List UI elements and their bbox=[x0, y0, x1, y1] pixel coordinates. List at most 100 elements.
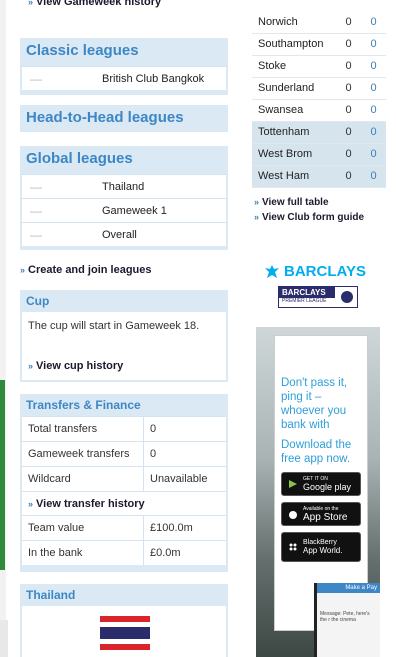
blackberry-small: BlackBerry bbox=[303, 539, 337, 546]
form-guide-label: View Club form guide bbox=[262, 212, 365, 223]
cup-history-label: View cup history bbox=[36, 360, 124, 372]
table-row: Gameweek transfers 0 bbox=[22, 441, 226, 466]
gameweek-history-link[interactable]: » View Gameweek history bbox=[28, 0, 161, 8]
row-value: £0.0m bbox=[150, 547, 181, 559]
blackberry-text: BlackBerry App World. bbox=[303, 539, 342, 555]
stat-value: 0 bbox=[336, 33, 361, 56]
table-row: In the bank £0.0m bbox=[22, 540, 226, 565]
google-play-text: GET IT ON Google play bbox=[303, 476, 351, 492]
row-value: 0 bbox=[150, 448, 157, 460]
app-store-text: Available on the App Store bbox=[303, 506, 347, 523]
list-item[interactable]: — British Club Bangkok bbox=[22, 66, 226, 90]
table-row[interactable]: Tottenham 0 0 bbox=[252, 121, 386, 144]
cup-history-link[interactable]: » View cup history bbox=[28, 360, 123, 372]
create-join-leagues-link[interactable]: » Create and join leagues bbox=[20, 264, 152, 276]
barclays-logo: BARCLAYS bbox=[256, 237, 380, 280]
list-item[interactable]: — Overall bbox=[22, 222, 226, 246]
row-label: In the bank bbox=[22, 541, 144, 565]
link-arrow-icon: » bbox=[20, 265, 26, 275]
app-store-label: App Store bbox=[303, 511, 348, 523]
row-label: Team value bbox=[22, 516, 144, 540]
team-name[interactable]: Southampton bbox=[252, 33, 336, 56]
h2h-leagues-panel: Head-to-Head leagues bbox=[20, 105, 228, 132]
phone-bar: Make a Pay bbox=[317, 583, 380, 593]
stat-value: 0 bbox=[361, 99, 386, 122]
apple-icon bbox=[289, 511, 297, 519]
rank-value: — bbox=[30, 203, 42, 218]
table-row[interactable]: Stoke 0 0 bbox=[252, 55, 386, 78]
cup-body: The cup will start in Gameweek 18. » View… bbox=[22, 312, 226, 380]
classic-leagues-title: Classic leagues bbox=[26, 42, 139, 59]
team-name[interactable]: Sunderland bbox=[252, 77, 336, 100]
team-name[interactable]: West Brom bbox=[252, 143, 336, 166]
phone-mockup: Make a Pay Message: Pete, here's the r t… bbox=[314, 583, 380, 657]
list-item[interactable]: — Gameweek 1 bbox=[22, 198, 226, 222]
league-table-body: Norwich 0 0 Southampton 0 0 Stoke 0 0 Sunderland 0… bbox=[252, 11, 386, 188]
barclays-advert[interactable]: BARCLAYS BARCLAYS PREMIER LEAGUE Don't p… bbox=[256, 237, 380, 657]
app-store-button[interactable]: Available on the App Store bbox=[281, 502, 361, 526]
table-row[interactable]: Sunderland 0 0 bbox=[252, 77, 386, 100]
blackberry-label: App World. bbox=[303, 546, 343, 555]
blackberry-icon bbox=[289, 543, 297, 551]
play-icon bbox=[289, 480, 297, 488]
team-name[interactable]: Stoke bbox=[252, 55, 336, 78]
premier-league-logo: BARCLAYS PREMIER LEAGUE bbox=[278, 286, 358, 308]
form-guide-link[interactable]: » View Club form guide bbox=[254, 212, 364, 223]
pl-brand: BARCLAYS bbox=[279, 287, 335, 298]
lion-icon bbox=[341, 291, 353, 303]
stat-value: 0 bbox=[336, 11, 361, 34]
league-name[interactable]: Overall bbox=[102, 229, 226, 241]
transfers-finance-panel: Transfers & Finance Total transfers 0 Gam… bbox=[20, 394, 228, 572]
table-row[interactable]: Norwich 0 0 bbox=[252, 11, 386, 34]
google-play-button[interactable]: GET IT ON Google play bbox=[281, 472, 361, 496]
ad-header: BARCLAYS BARCLAYS PREMIER LEAGUE bbox=[256, 237, 380, 327]
team-name[interactable]: Norwich bbox=[252, 11, 336, 34]
thailand-flag-icon bbox=[100, 616, 150, 650]
team-name[interactable]: Tottenham bbox=[252, 121, 336, 144]
league-name[interactable]: British Club Bangkok bbox=[102, 73, 226, 85]
team-name[interactable]: Swansea bbox=[252, 99, 336, 122]
country-title: Thailand bbox=[26, 588, 76, 602]
stat-value: 0 bbox=[361, 33, 386, 56]
left-edge-bottom bbox=[0, 620, 8, 657]
table-row[interactable]: West Brom 0 0 bbox=[252, 143, 386, 166]
stat-value: 0 bbox=[361, 143, 386, 166]
classic-leagues-list: — British Club Bangkok bbox=[22, 66, 226, 90]
full-table-link[interactable]: » View full table bbox=[254, 197, 329, 208]
table-row[interactable]: West Ham 0 0 bbox=[252, 165, 386, 188]
row-label: Total transfers bbox=[22, 417, 144, 441]
gameweek-history-link-label: View Gameweek history bbox=[36, 0, 162, 8]
row-value: Unavailable bbox=[150, 473, 208, 485]
table-row[interactable]: Swansea 0 0 bbox=[252, 99, 386, 122]
country-panel: Thailand bbox=[20, 584, 228, 657]
eagle-icon bbox=[265, 264, 279, 278]
league-name[interactable]: Thailand bbox=[102, 181, 226, 193]
league-name[interactable]: Gameweek 1 bbox=[102, 205, 226, 217]
table-row[interactable]: Southampton 0 0 bbox=[252, 33, 386, 56]
google-play-label: Google play bbox=[303, 482, 352, 492]
link-arrow-icon: » bbox=[254, 212, 260, 222]
ad-cta: Download the free app now. bbox=[281, 439, 352, 465]
team-name[interactable]: West Ham bbox=[252, 165, 336, 188]
stat-value: 0 bbox=[361, 77, 386, 100]
link-arrow-icon: » bbox=[28, 361, 34, 371]
stat-value: 0 bbox=[336, 121, 361, 144]
country-body bbox=[22, 606, 226, 657]
link-arrow-icon: » bbox=[254, 197, 260, 207]
transfer-history-link[interactable]: » View transfer history bbox=[28, 498, 145, 510]
link-arrow-icon: » bbox=[28, 498, 34, 509]
transfers-finance-title: Transfers & Finance bbox=[26, 398, 141, 412]
stat-value: 0 bbox=[336, 165, 361, 188]
stat-value: 0 bbox=[336, 143, 361, 166]
table-row: Team value £100.0m bbox=[22, 515, 226, 540]
list-item[interactable]: — Thailand bbox=[22, 174, 226, 198]
global-leagues-list: — Thailand — Gameweek 1 — Overall bbox=[22, 174, 226, 246]
cup-title: Cup bbox=[26, 294, 50, 308]
ad-headline: Don't pass it, ping it – whoever you ban… bbox=[281, 377, 348, 431]
blackberry-button[interactable]: BlackBerry App World. bbox=[281, 532, 361, 562]
cup-text: The cup will start in Gameweek 18. bbox=[28, 320, 200, 332]
row-label: Wildcard bbox=[22, 467, 144, 491]
ad-body: Don't pass it, ping it – whoever you ban… bbox=[256, 327, 380, 657]
table-row: Wildcard Unavailable bbox=[22, 466, 226, 491]
link-arrow-icon: » bbox=[28, 0, 34, 7]
